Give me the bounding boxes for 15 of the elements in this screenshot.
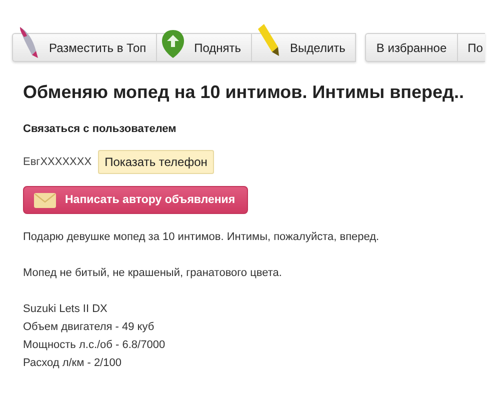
toolbar-button[interactable]: Разместить в Топ	[13, 34, 158, 61]
envelope-icon	[34, 192, 56, 208]
ad-title: Обменяю мопед на 10 интимов. Интимы вперед..	[23, 82, 465, 103]
contact-heading: Связаться с пользователем	[23, 123, 178, 135]
description-text: Suzuki Lets II DX Объем двигателя - 49 куб Мощность л.с./об - 6.8/7000 Расход л/км - 2/100	[23, 302, 166, 371]
description-text: Подарю девушке мопед за 10 интимов. Интимы, пожалуйста, вперед.	[23, 230, 380, 245]
user-name: ЕвгXXXXXXX	[23, 156, 92, 168]
toolbar-button[interactable]: Поднять	[157, 34, 252, 61]
description-text: Мопед не битый, не крашеный, гранатового цвета.	[23, 266, 283, 281]
write-author-button[interactable]: Написать автору объявления	[23, 186, 248, 214]
show-phone-button[interactable]: Показать телефон	[98, 150, 214, 174]
toolbar-button[interactable]: По	[458, 34, 485, 61]
arrow-icon	[161, 29, 186, 59]
toolbar-button[interactable]: В избранное	[366, 34, 458, 61]
toolbar-button[interactable]: Выделить	[252, 34, 356, 61]
